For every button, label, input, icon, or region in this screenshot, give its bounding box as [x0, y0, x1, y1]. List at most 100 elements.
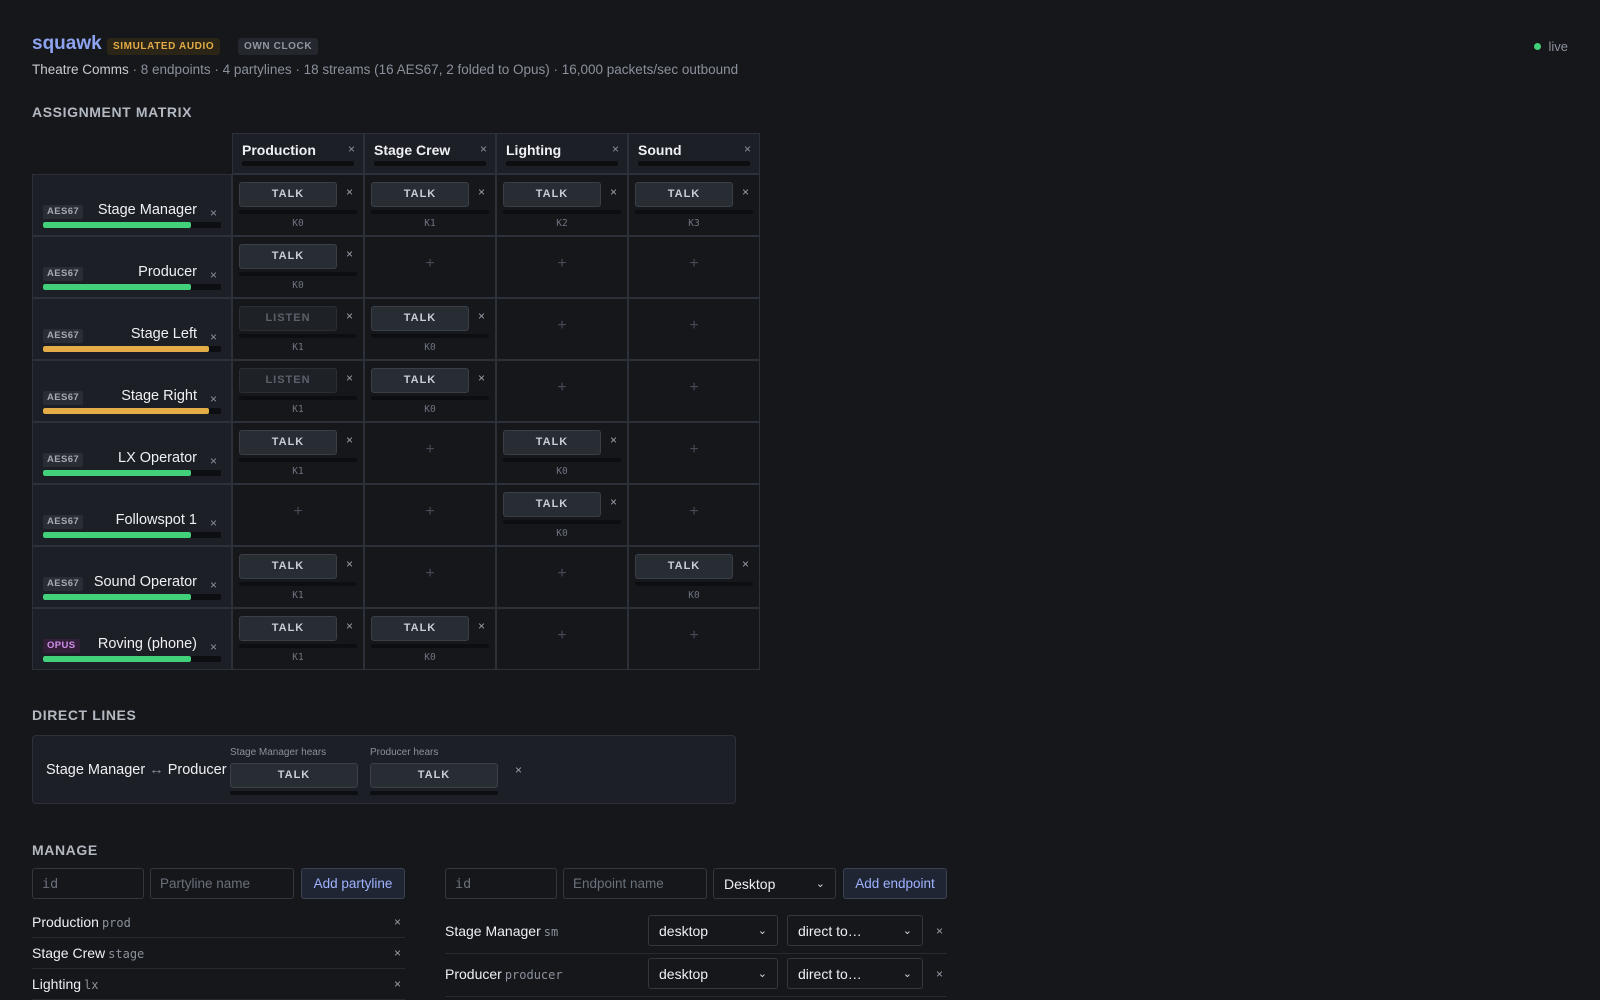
endpoint-kind-select[interactable]: desktop ⌄: [648, 958, 778, 989]
remove-partyline-close-icon[interactable]: ×: [348, 142, 355, 156]
direct-to-select[interactable]: direct to… ⌄: [787, 915, 923, 946]
talk-button[interactable]: TALK: [635, 554, 733, 579]
plus-icon[interactable]: +: [629, 441, 759, 459]
matrix-cell[interactable]: +: [496, 608, 628, 670]
matrix-cell[interactable]: +: [364, 422, 496, 484]
remove-assignment-close-icon[interactable]: ×: [346, 557, 353, 571]
matrix-cell[interactable]: +: [628, 608, 760, 670]
direct-line-a-talk-button[interactable]: TALK: [230, 763, 358, 788]
plus-icon[interactable]: +: [497, 317, 627, 335]
plus-icon[interactable]: +: [497, 255, 627, 273]
remove-partyline-close-icon[interactable]: ×: [744, 142, 751, 156]
remove-assignment-close-icon[interactable]: ×: [478, 185, 485, 199]
endpoint-name: Stage Manager: [445, 923, 541, 939]
plus-icon[interactable]: +: [629, 255, 759, 273]
remove-direct-line-close-icon[interactable]: ×: [515, 763, 522, 777]
talk-button[interactable]: TALK: [635, 182, 733, 207]
talk-button[interactable]: TALK: [239, 182, 337, 207]
remove-endpoint-close-icon[interactable]: ×: [210, 578, 217, 592]
partyline-name-input[interactable]: [150, 868, 294, 899]
remove-partyline-close-icon[interactable]: ×: [394, 977, 401, 991]
plus-icon[interactable]: +: [365, 565, 495, 583]
remove-assignment-close-icon[interactable]: ×: [610, 433, 617, 447]
plus-icon[interactable]: +: [497, 565, 627, 583]
talk-button[interactable]: TALK: [239, 430, 337, 455]
remove-assignment-close-icon[interactable]: ×: [346, 309, 353, 323]
matrix-cell[interactable]: +: [232, 484, 364, 546]
remove-assignment-close-icon[interactable]: ×: [478, 309, 485, 323]
talk-button[interactable]: TALK: [239, 244, 337, 269]
remove-assignment-close-icon[interactable]: ×: [346, 185, 353, 199]
talk-button[interactable]: TALK: [503, 182, 601, 207]
talk-button[interactable]: TALK: [503, 492, 601, 517]
plus-icon[interactable]: +: [497, 627, 627, 645]
plus-icon[interactable]: +: [629, 627, 759, 645]
remove-assignment-close-icon[interactable]: ×: [742, 557, 749, 571]
plus-icon[interactable]: +: [365, 255, 495, 273]
plus-icon[interactable]: +: [629, 503, 759, 521]
direct-to-select[interactable]: direct to… ⌄: [787, 958, 923, 989]
partyline-id-input[interactable]: [32, 868, 144, 899]
plus-icon[interactable]: +: [629, 317, 759, 335]
matrix-cell: LISTEN × K1: [232, 298, 364, 360]
talk-button[interactable]: TALK: [503, 430, 601, 455]
matrix-cell[interactable]: +: [496, 360, 628, 422]
matrix-cell[interactable]: +: [496, 546, 628, 608]
add-partyline-button[interactable]: Add partyline: [301, 868, 405, 899]
listen-button[interactable]: LISTEN: [239, 306, 337, 331]
endpoint-name-input[interactable]: [563, 868, 707, 899]
matrix-cell[interactable]: +: [364, 546, 496, 608]
matrix-cell[interactable]: +: [364, 484, 496, 546]
remove-endpoint-close-icon[interactable]: ×: [936, 967, 943, 981]
row-header-lx-operator: AES67 LX Operator ×: [32, 422, 232, 484]
remove-endpoint-close-icon[interactable]: ×: [210, 516, 217, 530]
add-endpoint-button[interactable]: Add endpoint: [843, 868, 947, 899]
remove-assignment-close-icon[interactable]: ×: [610, 185, 617, 199]
remove-assignment-close-icon[interactable]: ×: [478, 619, 485, 633]
remove-assignment-close-icon[interactable]: ×: [346, 371, 353, 385]
plus-icon[interactable]: +: [629, 379, 759, 397]
remove-partyline-close-icon[interactable]: ×: [394, 915, 401, 929]
plus-icon[interactable]: +: [365, 441, 495, 459]
remove-partyline-close-icon[interactable]: ×: [394, 946, 401, 960]
talk-button[interactable]: TALK: [371, 306, 469, 331]
matrix-cell[interactable]: +: [628, 422, 760, 484]
plus-icon[interactable]: +: [365, 503, 495, 521]
remove-assignment-close-icon[interactable]: ×: [346, 619, 353, 633]
matrix-cell[interactable]: +: [628, 484, 760, 546]
remove-endpoint-close-icon[interactable]: ×: [210, 330, 217, 344]
direct-line-b-talk-button[interactable]: TALK: [370, 763, 498, 788]
talk-button[interactable]: TALK: [371, 368, 469, 393]
remove-assignment-close-icon[interactable]: ×: [742, 185, 749, 199]
talk-button[interactable]: TALK: [371, 616, 469, 641]
remove-endpoint-close-icon[interactable]: ×: [936, 924, 943, 938]
plus-icon[interactable]: +: [233, 503, 363, 521]
matrix-cell[interactable]: +: [628, 360, 760, 422]
endpoint-id-input[interactable]: [445, 868, 557, 899]
matrix-cell: TALK × K0: [364, 298, 496, 360]
talk-button[interactable]: TALK: [371, 182, 469, 207]
listen-button[interactable]: LISTEN: [239, 368, 337, 393]
talk-button[interactable]: TALK: [239, 554, 337, 579]
remove-assignment-close-icon[interactable]: ×: [346, 433, 353, 447]
remove-assignment-close-icon[interactable]: ×: [610, 495, 617, 509]
remove-partyline-close-icon[interactable]: ×: [612, 142, 619, 156]
plus-icon[interactable]: +: [497, 379, 627, 397]
endpoint-kind-select[interactable]: desktop ⌄: [648, 915, 778, 946]
remove-assignment-close-icon[interactable]: ×: [346, 247, 353, 261]
matrix-cell[interactable]: +: [628, 298, 760, 360]
endpoint-kind-select[interactable]: Desktop ⌄: [713, 868, 836, 899]
remove-endpoint-close-icon[interactable]: ×: [210, 640, 217, 654]
remove-endpoint-close-icon[interactable]: ×: [210, 206, 217, 220]
matrix-cell[interactable]: +: [628, 236, 760, 298]
remove-partyline-close-icon[interactable]: ×: [480, 142, 487, 156]
matrix-cell[interactable]: +: [496, 298, 628, 360]
remove-endpoint-close-icon[interactable]: ×: [210, 454, 217, 468]
remove-assignment-close-icon[interactable]: ×: [478, 371, 485, 385]
matrix-cell[interactable]: +: [496, 236, 628, 298]
talk-button[interactable]: TALK: [239, 616, 337, 641]
remove-endpoint-close-icon[interactable]: ×: [210, 268, 217, 282]
matrix-cell[interactable]: +: [364, 236, 496, 298]
remove-endpoint-close-icon[interactable]: ×: [210, 392, 217, 406]
matrix-corner: [32, 133, 232, 174]
